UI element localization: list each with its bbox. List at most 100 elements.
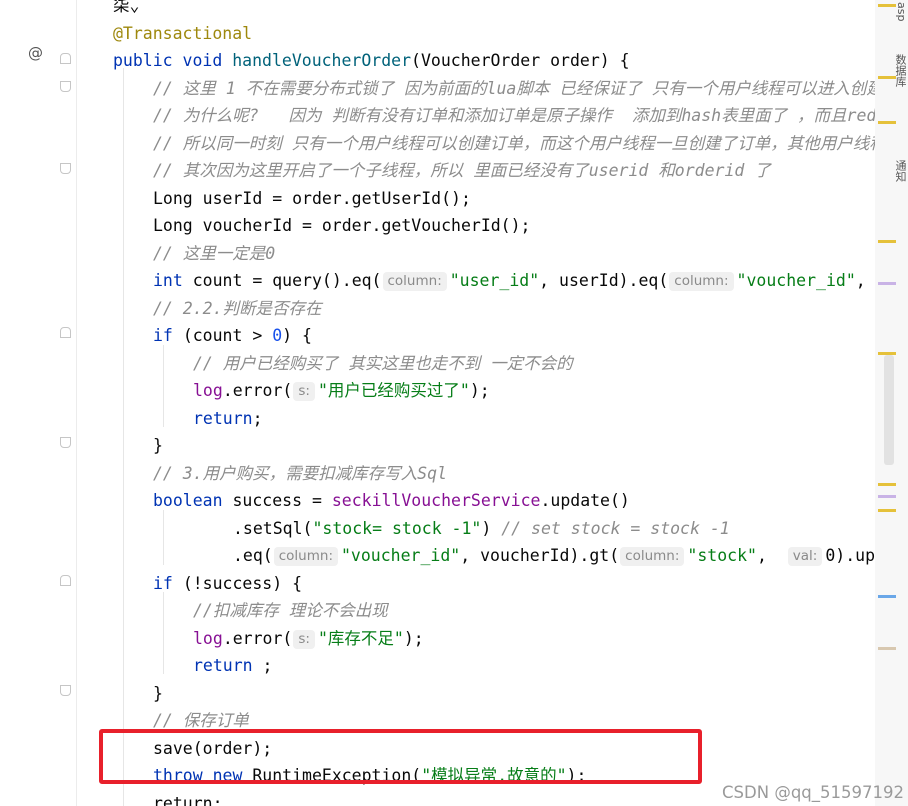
fold-icon[interactable] <box>60 685 71 696</box>
code-line[interactable]: 柒⌄ <box>113 0 139 20</box>
code-line[interactable]: public void handleVoucherOrder(VoucherOr… <box>113 47 630 75</box>
code-token: // 保存订单 <box>153 711 249 730</box>
code-line[interactable]: log.error(s: "用户已经购买过了"); <box>193 377 490 405</box>
code-token: // 这里一定是0 <box>153 243 276 263</box>
code-line[interactable]: // 3.用户购买，需要扣减库存写入Sql <box>153 460 447 488</box>
code-line[interactable]: @Transactional <box>113 20 252 48</box>
code-line[interactable]: // 为什么呢? 因为 判断有没有订单和添加订单是原子操作 添加到hash表里面… <box>153 102 875 130</box>
change-marker[interactable] <box>878 495 896 498</box>
code-token: public void <box>113 51 233 70</box>
code-token: int <box>153 271 193 290</box>
override-icon[interactable]: @ <box>28 44 43 62</box>
tool-window-tab[interactable]: 通知 <box>894 160 908 182</box>
code-token: , v <box>855 271 866 290</box>
indent-guide <box>163 345 164 427</box>
parameter-hint: s: <box>293 382 315 401</box>
code-token: // set stock = stock -1 <box>501 518 730 538</box>
code-line[interactable]: Long userId = order.getUserId(); <box>153 185 471 213</box>
code-line[interactable]: //扣减库存 理论不会出现 <box>193 597 388 625</box>
tool-window-tab[interactable]: asp <box>895 2 908 21</box>
code-line[interactable]: return ; <box>193 652 272 680</box>
highlight-annotation-box <box>99 729 702 784</box>
parameter-hint: column: <box>382 272 447 291</box>
code-line[interactable]: if (!success) { <box>153 570 302 598</box>
watermark: CSDN @qq_51597192 <box>722 783 904 802</box>
parameter-hint: s: <box>293 629 315 649</box>
code-token: seckillVoucherService <box>331 491 541 510</box>
fold-icon[interactable] <box>60 53 71 64</box>
code-token: boolean <box>153 491 233 510</box>
code-token: .error( <box>222 381 293 400</box>
warning-marker[interactable] <box>878 4 896 7</box>
code-token: .setSql( <box>233 518 313 538</box>
parameter-hint: column: <box>273 547 338 566</box>
change-marker[interactable] <box>878 282 896 285</box>
fold-icon[interactable] <box>60 437 71 448</box>
code-line[interactable]: .eq(column: "voucher_id", voucherId).gt(c… <box>233 542 875 570</box>
code-token: // 用户已经购买了 其实这里也走不到 一定不会的 <box>193 353 573 373</box>
code-token: // 这里 1 不在需要分布式锁了 因为前面的lua脚本 已经保证了 只有一个用… <box>153 78 875 98</box>
code-token: // 2.2.判断是否存在 <box>153 298 322 318</box>
fold-icon[interactable] <box>60 81 71 92</box>
indent-guide <box>163 592 164 674</box>
code-token: // 其次因为这里开启了一个子线程，所以 里面已经没有了userid 和orde… <box>153 161 771 180</box>
indent-guide <box>123 68 124 806</box>
parameter-hint: column: <box>620 547 685 566</box>
fold-icon[interactable] <box>60 575 71 586</box>
code-token: ⌄ <box>129 0 140 15</box>
code-line[interactable]: Long voucherId = order.getVoucherId(); <box>153 212 531 240</box>
code-line[interactable]: int count = query().eq(column: "user_id",… <box>153 267 875 295</box>
code-token: ) <box>481 518 502 538</box>
code-token: handleVoucherOrder <box>232 51 412 70</box>
code-line[interactable]: // 2.2.判断是否存在 <box>153 295 322 323</box>
code-line[interactable]: if (count > 0) { <box>153 322 312 350</box>
indent-guide <box>163 510 164 565</box>
code-token: @Transactional <box>113 23 253 43</box>
tool-window-tab[interactable]: 数据库 <box>894 54 908 87</box>
code-line[interactable]: // 所以同一时刻 只有一个用户线程可以创建订单，而这个用户线程一旦创建了订单，… <box>153 130 875 158</box>
code-line[interactable]: return; <box>153 790 223 806</box>
code-token: 0).upd <box>825 546 875 565</box>
code-token: ; <box>252 408 263 428</box>
code-token: //扣减库存 理论不会出现 <box>193 601 388 620</box>
code-token: count = query().eq( <box>192 271 382 290</box>
code-token: return <box>193 408 253 428</box>
editor-gutter: @ <box>0 0 76 806</box>
code-editor[interactable]: 柒⌄ @Transactional public void handleVouche… <box>77 0 875 806</box>
code-line[interactable]: // 这里 1 不在需要分布式锁了 因为前面的lua脚本 已经保证了 只有一个用… <box>153 75 875 103</box>
code-token: log <box>193 628 223 648</box>
code-token: 0 <box>272 326 283 345</box>
fold-icon[interactable] <box>60 327 71 338</box>
code-token: , <box>756 546 787 565</box>
code-line[interactable]: boolean success = seckillVoucherService.… <box>153 487 630 515</box>
warning-marker[interactable] <box>878 483 896 486</box>
warning-marker[interactable] <box>878 121 896 124</box>
info-marker[interactable] <box>878 595 896 598</box>
code-line[interactable]: // 其次因为这里开启了一个子线程，所以 里面已经没有了userid 和orde… <box>153 157 771 185</box>
code-line[interactable]: // 用户已经购买了 其实这里也走不到 一定不会的 <box>193 350 573 378</box>
code-token: ); <box>403 628 424 648</box>
code-token: , voucherId).gt( <box>460 546 620 565</box>
code-line[interactable]: return; <box>193 405 263 433</box>
code-line[interactable]: log.error(s: "库存不足"); <box>193 625 424 653</box>
code-line[interactable]: } <box>153 432 163 460</box>
code-token: success = <box>232 491 332 510</box>
code-token: return <box>193 656 263 675</box>
fold-icon[interactable] <box>60 163 71 174</box>
parameter-hint: column: <box>669 272 734 291</box>
code-line[interactable]: // 这里一定是0 <box>153 240 275 268</box>
warning-marker[interactable] <box>878 509 896 512</box>
code-token: if <box>153 573 183 593</box>
code-token: "voucher_id" <box>341 546 461 565</box>
warning-marker[interactable] <box>878 352 896 355</box>
code-token: ; <box>262 656 273 675</box>
warning-marker[interactable] <box>878 240 896 243</box>
scrollbar-thumb[interactable] <box>884 355 894 465</box>
code-token: } <box>153 436 163 455</box>
code-line[interactable]: .setSql("stock= stock -1") // set stock … <box>233 515 730 543</box>
code-token: ) { <box>282 326 312 345</box>
code-line[interactable]: } <box>153 680 163 708</box>
code-token: // 所以同一时刻 只有一个用户线程可以创建订单，而这个用户线程一旦创建了订单，… <box>153 133 875 153</box>
code-token: Long voucherId = order.getVoucherId(); <box>153 216 531 235</box>
info-marker[interactable] <box>878 647 896 650</box>
